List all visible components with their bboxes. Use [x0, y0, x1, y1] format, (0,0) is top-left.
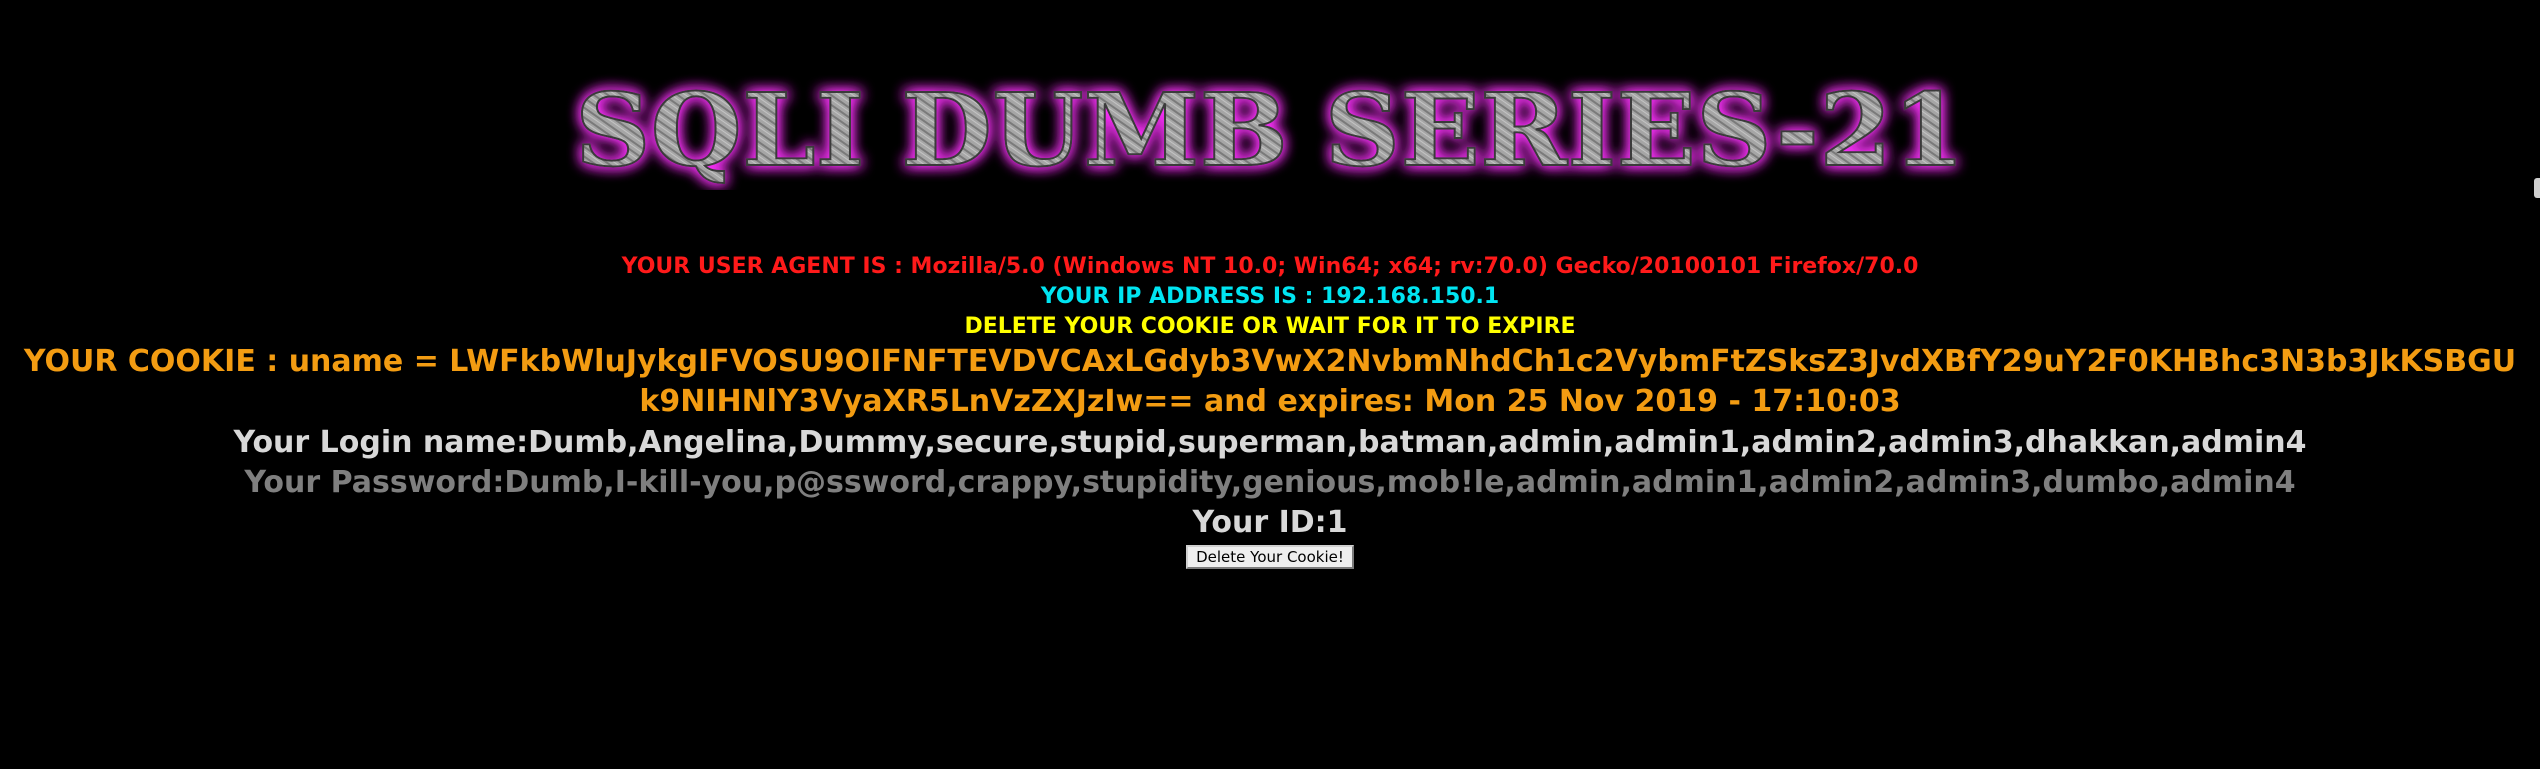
id-text: Your ID:1 [1192, 505, 1348, 540]
banner-title: SQLI DUMB SERIES-21 [575, 71, 1965, 189]
info-panel: YOUR USER AGENT IS : Mozilla/5.0 (Window… [0, 252, 2540, 569]
login-name-text: Your Login name:Dumb,Angelina,Dummy,secu… [233, 425, 2307, 460]
scrollbar-handle[interactable] [2534, 178, 2540, 198]
password-text: Your Password:Dumb,I-kill-you,p@ssword,c… [244, 465, 2296, 500]
cookie-text: YOUR COOKIE : uname = LWFkbWluJykgIFVOSU… [23, 344, 2517, 419]
delete-cookie-button[interactable]: Delete Your Cookie! [1186, 545, 1354, 569]
user-agent-text: YOUR USER AGENT IS : Mozilla/5.0 (Window… [621, 254, 1919, 279]
banner-image: SQLI DUMB SERIES-21 [574, 70, 1966, 190]
ip-address-text: YOUR IP ADDRESS IS : 192.168.150.1 [1040, 284, 1500, 309]
delete-cookie-notice: DELETE YOUR COOKIE OR WAIT FOR IT TO EXP… [964, 314, 1576, 339]
banner: SQLI DUMB SERIES-21 [0, 70, 2540, 190]
